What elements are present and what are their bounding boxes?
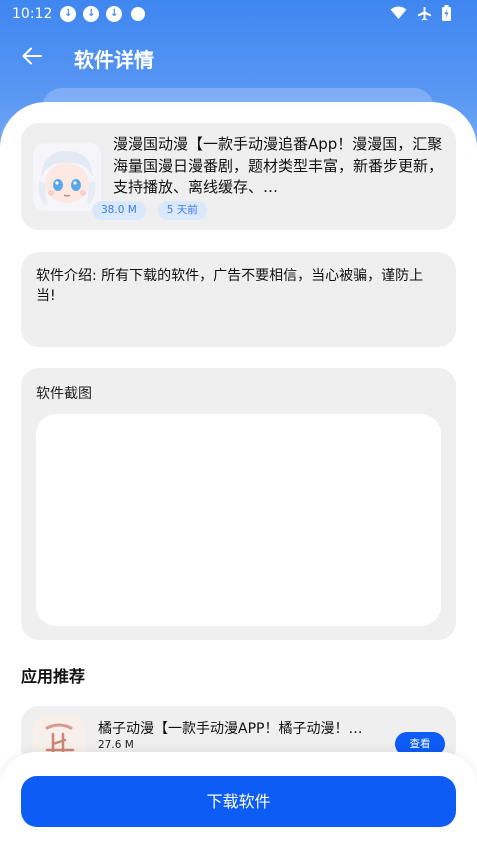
download-icon: ↓ bbox=[60, 6, 77, 22]
page-title: 软件详情 bbox=[74, 47, 154, 72]
download-icon: ↓ bbox=[83, 6, 100, 22]
arrow-left-icon bbox=[22, 47, 42, 69]
recommend-app-size: 27.6 M bbox=[98, 739, 134, 751]
screenshots-label: 软件截图 bbox=[36, 386, 92, 402]
app-size-badge: 38.0 M bbox=[92, 201, 146, 220]
app-tags: 38.0 M 5 天前 bbox=[92, 201, 207, 220]
wifi-icon bbox=[390, 6, 407, 20]
title-bar: 软件详情 bbox=[0, 38, 477, 78]
screenshots-card: 软件截图 bbox=[21, 368, 456, 640]
recommend-title: 应用推荐 bbox=[21, 667, 86, 686]
screenshots-area[interactable] bbox=[36, 414, 441, 626]
app-info-card: 漫漫国动漫【一款手动漫追番App！漫漫国，汇聚海量国漫日漫番剧，题材类型丰富，新… bbox=[21, 123, 456, 230]
status-bar: 10:12 ↓ ↓ ↓ bbox=[0, 0, 477, 28]
recommend-app-name: 橘子动漫【一款手动漫APP！橘子动漫！… bbox=[98, 721, 363, 737]
app-description: 漫漫国动漫【一款手动漫追番App！漫漫国，汇聚海量国漫日漫番剧，题材类型丰富，新… bbox=[113, 135, 443, 196]
download-button[interactable]: 下载软件 bbox=[21, 776, 456, 827]
dot-icon bbox=[131, 7, 146, 21]
back-button[interactable] bbox=[12, 38, 52, 78]
app-updated-badge: 5 天前 bbox=[157, 201, 207, 220]
status-time: 10:12 bbox=[12, 6, 53, 22]
battery-icon bbox=[442, 5, 451, 21]
airplane-icon bbox=[417, 6, 432, 21]
intro-card: 软件介绍: 所有下载的软件，广告不要相信，当心被骗，谨防上当! bbox=[21, 252, 456, 347]
download-icon: ↓ bbox=[106, 6, 123, 22]
app-icon bbox=[33, 143, 101, 211]
intro-text: 软件介绍: 所有下载的软件，广告不要相信，当心被骗，谨防上当! bbox=[36, 268, 424, 304]
